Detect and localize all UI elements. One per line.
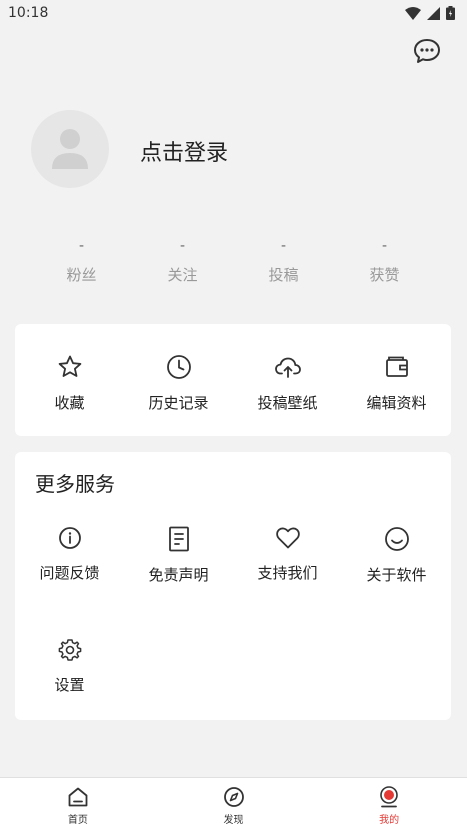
favorites-button[interactable]: 收藏 [15, 354, 124, 413]
stat-following[interactable]: - 关注 [132, 238, 233, 285]
status-icons [405, 6, 455, 20]
nav-home-label: 首页 [67, 815, 88, 826]
submit-wallpaper-button[interactable]: 投稿壁纸 [233, 354, 342, 413]
stat-label: 投稿 [268, 266, 299, 284]
stat-value: - [381, 238, 388, 254]
feedback-label: 问题反馈 [39, 564, 100, 582]
wifi-icon [405, 6, 421, 20]
favorites-label: 收藏 [54, 394, 85, 412]
avatar[interactable] [31, 110, 109, 188]
wallet-icon [385, 356, 408, 377]
settings-button[interactable]: 设置 [15, 638, 124, 695]
chat-bubble-icon [414, 39, 440, 63]
nav-discover-label: 发现 [223, 815, 244, 826]
login-prompt[interactable]: 点击登录 [140, 135, 228, 167]
more-services-title: 更多服务 [35, 472, 115, 496]
stats-row: - 粉丝 - 关注 - 投稿 - 获赞 [31, 238, 436, 285]
battery-icon [446, 6, 455, 20]
history-label: 历史记录 [148, 394, 209, 412]
support-us-button[interactable]: 支持我们 [233, 526, 342, 585]
stat-likes[interactable]: - 获赞 [334, 238, 435, 285]
support-us-label: 支持我们 [257, 564, 318, 582]
about-button[interactable]: 关于软件 [342, 526, 451, 585]
stat-value: - [280, 238, 287, 254]
services-row-1: 问题反馈 免责声明 支持我们 关于软件 [15, 526, 451, 585]
clock-icon [166, 355, 191, 379]
edit-profile-label: 编辑资料 [366, 394, 427, 412]
bottom-nav: 首页 发现 我的 [0, 777, 467, 830]
stat-label: 获赞 [369, 266, 400, 284]
status-time: 10:18 [8, 5, 49, 21]
services-row-2: 设置 [15, 638, 451, 695]
gear-icon [58, 639, 81, 661]
stat-label: 关注 [167, 266, 198, 284]
nav-home[interactable]: 首页 [0, 778, 156, 830]
disclaimer-button[interactable]: 免责声明 [124, 526, 233, 585]
smile-icon [384, 527, 409, 551]
about-label: 关于软件 [366, 566, 427, 584]
nav-mine-label: 我的 [379, 815, 400, 826]
document-icon [168, 526, 189, 552]
stat-fans[interactable]: - 粉丝 [31, 238, 132, 285]
heart-icon [275, 527, 300, 549]
signal-icon [427, 6, 440, 20]
history-button[interactable]: 历史记录 [124, 354, 233, 413]
nav-mine[interactable]: 我的 [311, 778, 467, 830]
settings-label: 设置 [54, 676, 85, 694]
stat-submissions[interactable]: - 投稿 [233, 238, 334, 285]
compass-icon [223, 787, 244, 807]
more-services-card: 更多服务 问题反馈 免责声明 支持我们 关于软件 设置 [15, 452, 451, 720]
feedback-button[interactable]: 问题反馈 [15, 526, 124, 585]
info-icon [58, 527, 81, 549]
message-button[interactable] [410, 35, 444, 67]
submit-wallpaper-label: 投稿壁纸 [257, 394, 318, 412]
stat-value: - [179, 238, 186, 254]
profile-icon [380, 786, 398, 808]
star-icon [58, 355, 81, 377]
status-bar: 10:18 [0, 0, 467, 26]
quick-actions-row: 收藏 历史记录 投稿壁纸 编辑资料 [15, 354, 451, 413]
stat-label: 粉丝 [66, 266, 97, 284]
stat-value: - [78, 238, 85, 254]
edit-profile-button[interactable]: 编辑资料 [342, 354, 451, 413]
person-silhouette-icon [52, 129, 88, 169]
nav-discover[interactable]: 发现 [156, 778, 312, 830]
cloud-upload-icon [274, 357, 301, 378]
disclaimer-label: 免责声明 [148, 566, 209, 584]
quick-actions-card: 收藏 历史记录 投稿壁纸 编辑资料 [15, 324, 451, 436]
home-icon [68, 787, 88, 807]
